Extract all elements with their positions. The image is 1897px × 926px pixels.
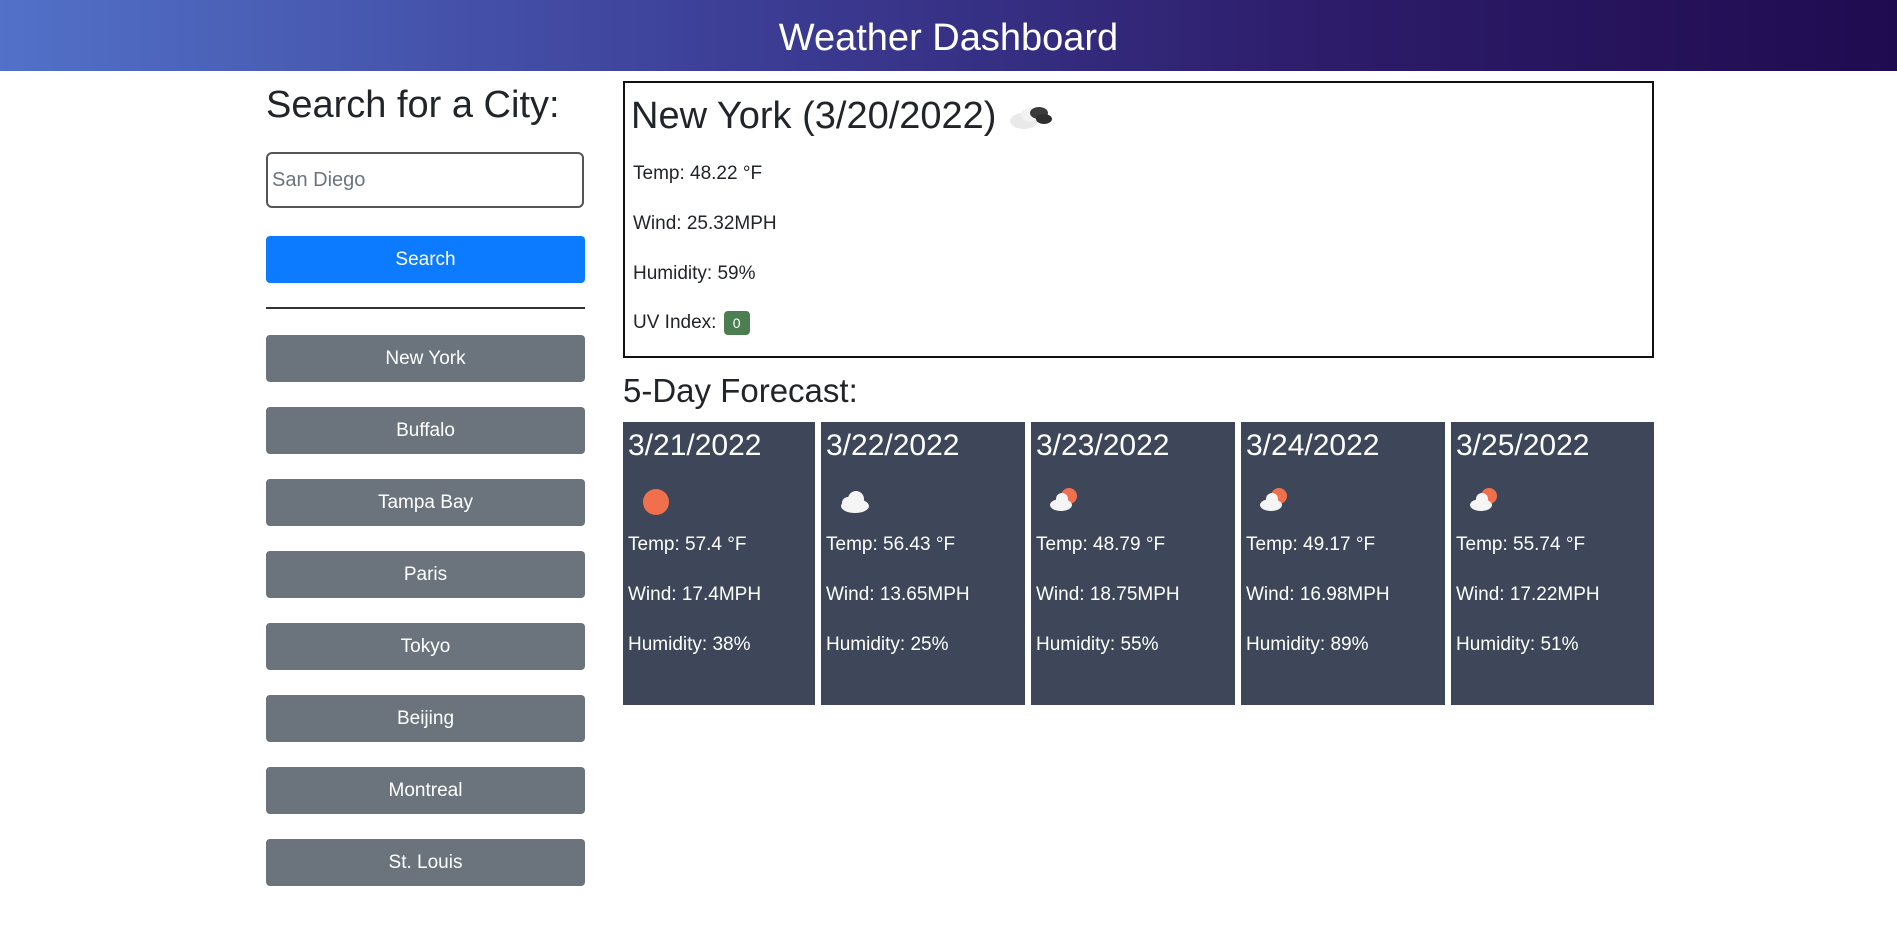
current-city-date: New York (3/20/2022): [631, 94, 997, 137]
forecast-date: 3/21/2022: [628, 429, 762, 462]
broken-clouds-icon: [1006, 96, 1056, 136]
history-button-paris[interactable]: Paris: [266, 551, 585, 598]
forecast-date: 3/24/2022: [1246, 429, 1380, 462]
search-history-list: New York Buffalo Tampa Bay Paris Tokyo B…: [266, 335, 585, 911]
history-button-tokyo[interactable]: Tokyo: [266, 623, 585, 670]
forecast-title: 5-Day Forecast:: [623, 372, 858, 409]
history-button-st-louis[interactable]: St. Louis: [266, 839, 585, 886]
clear-sun-icon: [637, 484, 679, 516]
search-button[interactable]: Search: [266, 236, 585, 283]
forecast-humidity: Humidity: 38%: [628, 634, 751, 655]
city-search-input[interactable]: [266, 152, 584, 208]
cloud-icon: [835, 484, 877, 516]
forecast-temp: Temp: 57.4 °F: [628, 534, 747, 555]
search-title: Search for a City:: [266, 84, 560, 126]
forecast-temp: Temp: 55.74 °F: [1456, 534, 1586, 555]
uv-label: UV Index:: [633, 312, 717, 334]
partly-cloudy-icon: [1255, 484, 1297, 516]
current-uv: UV Index: 0: [633, 311, 750, 335]
page-title: Weather Dashboard: [778, 17, 1119, 59]
forecast-humidity: Humidity: 51%: [1456, 634, 1579, 655]
forecast-humidity: Humidity: 89%: [1246, 634, 1369, 655]
current-humidity: Humidity: 59%: [633, 263, 756, 284]
uv-index-badge: 0: [723, 311, 750, 335]
forecast-card: 3/25/2022 Temp: 55.74 °F Wind: 17.22MPH …: [1451, 422, 1654, 705]
forecast-humidity: Humidity: 55%: [1036, 634, 1159, 655]
forecast-wind: Wind: 13.65MPH: [826, 584, 970, 605]
forecast-temp: Temp: 48.79 °F: [1036, 534, 1166, 555]
forecast-temp: Temp: 56.43 °F: [826, 534, 956, 555]
forecast-wind: Wind: 17.4MPH: [628, 584, 762, 605]
forecast-wind: Wind: 16.98MPH: [1246, 584, 1390, 605]
current-wind: Wind: 25.32MPH: [633, 213, 777, 234]
forecast-card: 3/21/2022 Temp: 57.4 °F Wind: 17.4MPH Hu…: [623, 422, 815, 705]
forecast-humidity: Humidity: 25%: [826, 634, 949, 655]
forecast-wind: Wind: 17.22MPH: [1456, 584, 1600, 605]
history-button-montreal[interactable]: Montreal: [266, 767, 585, 814]
forecast-temp: Temp: 49.17 °F: [1246, 534, 1376, 555]
forecast-date: 3/25/2022: [1456, 429, 1590, 462]
forecast-wind: Wind: 18.75MPH: [1036, 584, 1180, 605]
forecast-card: 3/23/2022 Temp: 48.79 °F Wind: 18.75MPH …: [1031, 422, 1235, 705]
current-weather-panel: New York (3/20/2022) Temp: 48.22 °F Wind…: [623, 81, 1654, 358]
partly-cloudy-icon: [1465, 484, 1507, 516]
partly-cloudy-icon: [1045, 484, 1087, 516]
forecast-date: 3/23/2022: [1036, 429, 1170, 462]
history-button-new-york[interactable]: New York: [266, 335, 585, 382]
forecast-card: 3/24/2022 Temp: 49.17 °F Wind: 16.98MPH …: [1241, 422, 1445, 705]
current-temp: Temp: 48.22 °F: [633, 163, 763, 184]
page-header: Weather Dashboard: [0, 0, 1897, 71]
history-button-beijing[interactable]: Beijing: [266, 695, 585, 742]
current-weather-title: New York (3/20/2022): [631, 87, 1646, 145]
history-button-buffalo[interactable]: Buffalo: [266, 407, 585, 454]
forecast-date: 3/22/2022: [826, 429, 960, 462]
history-button-tampa-bay[interactable]: Tampa Bay: [266, 479, 585, 526]
divider: [266, 307, 585, 309]
forecast-card: 3/22/2022 Temp: 56.43 °F Wind: 13.65MPH …: [821, 422, 1025, 705]
